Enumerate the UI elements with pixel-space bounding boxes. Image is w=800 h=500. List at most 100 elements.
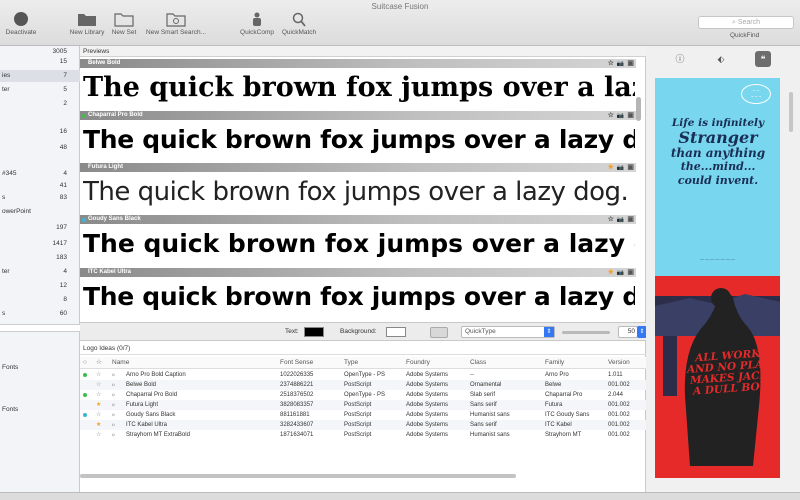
quote-icon[interactable]: ❝ bbox=[755, 51, 771, 67]
star-icon[interactable]: ★ bbox=[608, 164, 614, 171]
font-preview-bar[interactable]: Futura Light ★ 📷 ▣ bbox=[80, 163, 636, 172]
sidebar-item[interactable]: 15 bbox=[0, 56, 80, 68]
column-header-font-sense[interactable]: Font Sense bbox=[280, 357, 313, 369]
column-header-name[interactable]: Name bbox=[112, 357, 129, 369]
quicktype-select[interactable]: QuickType ⇕ bbox=[461, 326, 555, 338]
action-icon[interactable]: ▣ bbox=[627, 164, 634, 171]
new-smart-search-button[interactable]: New Smart Search... bbox=[142, 12, 210, 36]
sidebar-item[interactable]: 8 bbox=[0, 294, 80, 306]
activation-dot[interactable] bbox=[83, 373, 87, 377]
new-set-button[interactable]: New Set bbox=[110, 12, 138, 36]
column-header-version[interactable]: Version bbox=[608, 357, 630, 369]
camera-icon[interactable]: 📷 bbox=[617, 270, 624, 276]
sidebar-item[interactable]: 2 bbox=[0, 98, 80, 110]
activation-dot[interactable] bbox=[83, 383, 87, 387]
star-icon[interactable]: ☆ bbox=[96, 390, 101, 400]
sidebar-item[interactable]: ter 5 bbox=[0, 84, 80, 96]
previews-scrollbar[interactable] bbox=[636, 97, 641, 121]
star-icon[interactable]: ☆ bbox=[96, 410, 101, 420]
column-header-class[interactable]: Class bbox=[470, 357, 486, 369]
table-row[interactable]: ★ ℴ Futura Light 3828083357 PostScript Adobe … bbox=[80, 400, 646, 410]
sidebar-item[interactable]: ter 4 bbox=[0, 266, 80, 278]
activation-dot[interactable] bbox=[83, 403, 87, 407]
sidebar-item[interactable]: owerPoint bbox=[0, 206, 80, 218]
table-row[interactable]: ☆ ℴ Arno Pro Bold Caption 1022026335 OpenTyp… bbox=[80, 370, 646, 380]
camera-icon[interactable]: 📷 bbox=[617, 217, 624, 223]
table-row[interactable]: ☆ ℴ Belwe Bold 2374886221 PostScript Adobe Sy… bbox=[80, 380, 646, 390]
set-folder-icon bbox=[114, 12, 134, 27]
star-icon[interactable]: ★ bbox=[96, 400, 101, 410]
cell-font-sense: 2518376502 bbox=[280, 392, 314, 398]
table-row[interactable]: ☆ ℴ Chaparral Pro Bold 2518376502 OpenType -… bbox=[80, 390, 646, 400]
sidebar-item[interactable]: 197 bbox=[0, 222, 80, 234]
list-horizontal-scrollbar[interactable] bbox=[80, 474, 516, 478]
tag-icon[interactable]: ⬖ bbox=[713, 51, 729, 67]
font-type-icon: ℴ bbox=[112, 412, 115, 418]
font-type-icon: ℴ bbox=[112, 432, 115, 438]
activation-dot[interactable] bbox=[83, 413, 87, 417]
sidebar-item[interactable]: 1417 bbox=[0, 238, 80, 250]
column-header-star[interactable]: ☆ bbox=[96, 357, 102, 369]
sidebar-item[interactable]: 16 bbox=[0, 126, 80, 138]
quickfind-search-input[interactable]: ⌕ Search bbox=[698, 16, 794, 29]
sidebar-item[interactable]: 48 bbox=[0, 142, 80, 154]
sidebar-item[interactable]: s 83 bbox=[0, 192, 80, 204]
quickcomp-button[interactable]: QuickComp bbox=[237, 12, 277, 36]
column-header-type[interactable]: Type bbox=[344, 357, 358, 369]
quickmatch-button[interactable]: QuickMatch bbox=[278, 12, 320, 36]
text-color-swatch[interactable] bbox=[304, 327, 324, 337]
sidebar-item[interactable]: 41 bbox=[0, 180, 80, 192]
background-color-swatch[interactable] bbox=[386, 327, 406, 337]
activation-dot[interactable] bbox=[83, 393, 87, 397]
action-icon[interactable]: ▣ bbox=[627, 216, 634, 223]
sidebar-item[interactable]: s 60 bbox=[0, 308, 80, 320]
sidebar-item[interactable]: 183 bbox=[0, 252, 80, 264]
star-icon[interactable]: ☆ bbox=[608, 216, 614, 223]
sidebar-item[interactable]: Fonts bbox=[0, 362, 80, 374]
font-preview-bar[interactable]: Belwe Bold ☆ 📷 ▣ bbox=[80, 59, 636, 68]
star-icon[interactable]: ★ bbox=[608, 269, 614, 276]
size-input[interactable]: 50 ⇕ bbox=[618, 326, 647, 338]
table-row[interactable]: ★ ℴ ITC Kabel Ultra 3282433607 PostScript Ado… bbox=[80, 420, 646, 430]
sidebar-item-selected[interactable]: ies 7 bbox=[0, 70, 80, 82]
text-style-button[interactable] bbox=[430, 327, 448, 338]
quickmatch-icon bbox=[289, 12, 309, 27]
star-icon[interactable]: ☆ bbox=[96, 430, 101, 440]
star-icon[interactable]: ☆ bbox=[608, 112, 614, 119]
camera-icon[interactable]: 📷 bbox=[617, 61, 624, 67]
info-panel: ⓘ ⬖ ❝ ~ ~ ~ ~ ~ Life is infinitely Strang… bbox=[646, 46, 800, 492]
star-icon[interactable]: ★ bbox=[96, 420, 101, 430]
column-header-family[interactable]: Family bbox=[545, 357, 564, 369]
action-icon[interactable]: ▣ bbox=[627, 112, 634, 119]
quickcomp-icon bbox=[247, 12, 267, 26]
star-icon[interactable]: ☆ bbox=[96, 370, 101, 380]
sidebar-item[interactable]: Fonts bbox=[0, 404, 80, 416]
sidebar-item[interactable]: #345 4 bbox=[0, 168, 80, 180]
new-library-button[interactable]: New Library bbox=[68, 12, 106, 36]
cell-type: OpenType - PS bbox=[344, 392, 386, 398]
column-header-foundry[interactable]: Foundry bbox=[406, 357, 430, 369]
info-icon[interactable]: ⓘ bbox=[672, 51, 688, 67]
deactivate-button[interactable]: Deactivate bbox=[3, 12, 39, 36]
font-preview-bar[interactable]: Chaparral Pro Bold ☆ 📷 ▣ bbox=[80, 111, 636, 120]
column-header-active[interactable]: ○ bbox=[83, 357, 87, 369]
star-icon[interactable]: ☆ bbox=[96, 380, 101, 390]
cell-family: Futura bbox=[545, 402, 563, 408]
cell-version: 001.002 bbox=[608, 432, 630, 438]
table-row[interactable]: ☆ ℴ Goudy Sans Black 881161881 PostScript Ado… bbox=[80, 410, 646, 420]
camera-icon[interactable]: 📷 bbox=[617, 113, 624, 119]
font-preview-bar[interactable]: ITC Kabel Ultra ★ 📷 ▣ bbox=[80, 268, 636, 277]
poster-image-shining: ALL WORK AND NO PLAY MAKES JACK A DULL B… bbox=[655, 276, 780, 478]
activation-dot[interactable] bbox=[83, 433, 87, 437]
font-preview-bar[interactable]: Goudy Sans Black ☆ 📷 ▣ bbox=[80, 215, 636, 224]
star-icon[interactable]: ☆ bbox=[608, 60, 614, 67]
action-icon[interactable]: ▣ bbox=[627, 60, 634, 67]
camera-icon[interactable]: 📷 bbox=[617, 165, 624, 171]
table-row[interactable]: ☆ ℴ Strayhorn MT ExtraBold 1871634071 PostSc… bbox=[80, 430, 646, 440]
size-slider[interactable] bbox=[562, 331, 610, 334]
activation-dot[interactable] bbox=[83, 423, 87, 427]
info-panel-scrollbar[interactable] bbox=[789, 92, 793, 132]
action-icon[interactable]: ▣ bbox=[627, 269, 634, 276]
poster-attribution: — — — — — — — bbox=[700, 256, 735, 261]
sidebar-item[interactable]: 12 bbox=[0, 280, 80, 292]
